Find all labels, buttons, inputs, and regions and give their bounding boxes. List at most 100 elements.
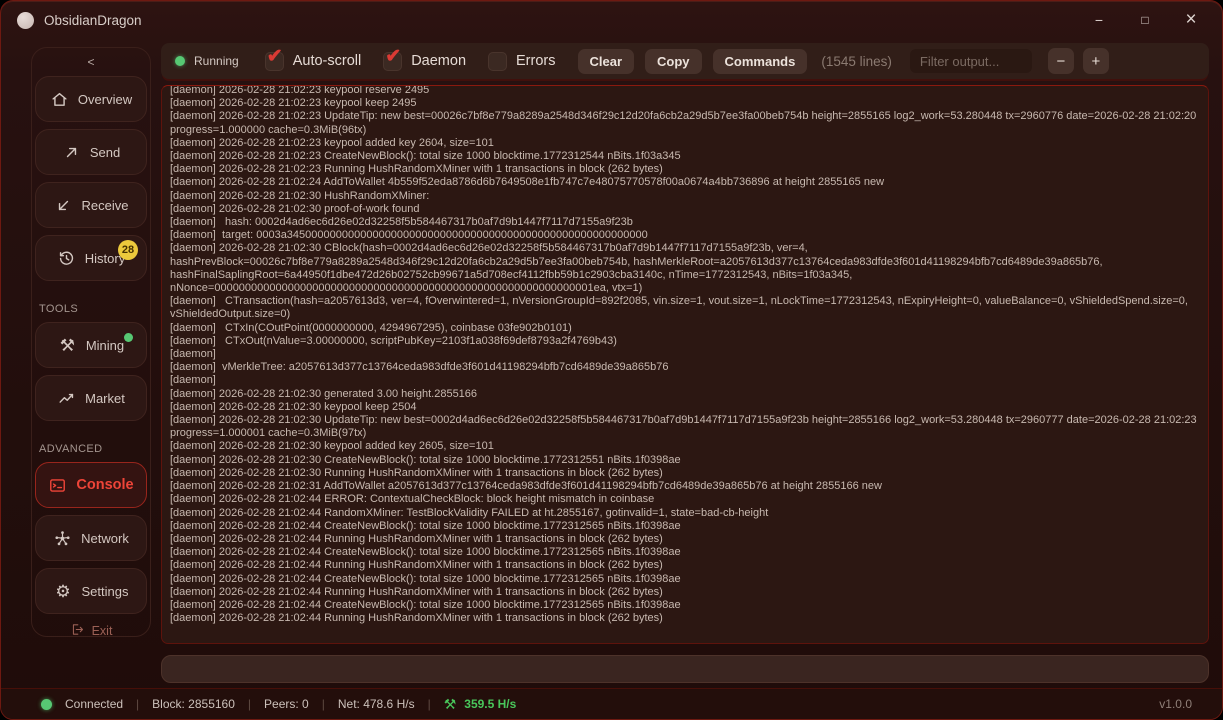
separator: | (428, 697, 431, 711)
sidebar: < Overview Send Receive History28 TOOLS ⚒ Mini… (31, 47, 151, 637)
log-line: [daemon] 2026-02-28 21:02:30 generated 3… (170, 388, 1200, 401)
log-line: [daemon] CTransaction(hash=a2057613d3, v… (170, 295, 1200, 321)
checkbox-box: ✔ (383, 52, 402, 71)
font-increase-button[interactable]: + (1083, 48, 1109, 74)
section-label: TOOLS (39, 303, 78, 315)
app-window: ObsidianDragon − □ × < OverviewSendRecei… (0, 0, 1223, 720)
auto-scroll-checkbox[interactable]: ✔ Auto-scroll (265, 52, 362, 71)
sidebar-item-history[interactable]: History28 (35, 235, 147, 281)
log-line: [daemon] 2026-02-28 21:02:23 keypool add… (170, 137, 1200, 150)
log-line: [daemon] CTxIn(COutPoint(0000000000, 429… (170, 322, 1200, 335)
sidebar-item-label: Mining (86, 338, 124, 353)
exit-button[interactable]: Exit (64, 621, 119, 641)
clear-button[interactable]: Clear (578, 49, 635, 74)
separator: | (322, 697, 325, 711)
block-height: Block: 2855160 (152, 697, 235, 711)
mining-icon: ⚒ (58, 336, 77, 355)
sidebar-item-settings[interactable]: ⚙ Settings (35, 568, 147, 614)
commands-button[interactable]: Commands (713, 49, 808, 74)
sidebar-item-market[interactable]: Market (35, 375, 147, 421)
sidebar-collapse-button[interactable]: < (77, 54, 104, 70)
network-hashrate: Net: 478.6 H/s (338, 697, 415, 711)
home-icon (50, 90, 69, 109)
log-line: [daemon] 2026-02-28 21:02:30 CreateNewBl… (170, 454, 1200, 467)
filter-input[interactable] (910, 49, 1032, 73)
sidebar-item-label: Send (90, 145, 120, 160)
checkmark-icon: ✔ (385, 45, 401, 68)
console-log-lines: [daemon] 2026-02-28 21:02:23 keypool res… (170, 85, 1200, 625)
history-icon (57, 249, 76, 268)
sidebar-item-mining[interactable]: ⚒ Mining (35, 322, 147, 368)
log-line: [daemon] 2026-02-28 21:02:30 HushRandomX… (170, 190, 1200, 203)
sidebar-item-overview[interactable]: Overview (35, 76, 147, 122)
pickaxe-icon: ⚒ (444, 697, 457, 711)
log-line: [daemon] 2026-02-28 21:02:31 AddToWallet… (170, 480, 1200, 493)
sidebar-item-label: Settings (82, 584, 129, 599)
log-line: [daemon] 2026-02-28 21:02:30 Running Hus… (170, 467, 1200, 480)
sidebar-item-label: Console (76, 477, 133, 493)
log-line: [daemon] 2026-02-28 21:02:23 Running Hus… (170, 163, 1200, 176)
connection-status: Connected (65, 697, 123, 711)
log-line: [daemon] 2026-02-28 21:02:44 Running Hus… (170, 559, 1200, 572)
log-line: [daemon] 2026-02-28 21:02:24 AddToWallet… (170, 176, 1200, 189)
sidebar-item-network[interactable]: Network (35, 515, 147, 561)
log-line: [daemon] 2026-02-28 21:02:23 keypool kee… (170, 97, 1200, 110)
sidebar-item-console[interactable]: Console (35, 462, 147, 508)
checkbox-label: Errors (516, 53, 555, 69)
log-line: [daemon] vMerkleTree: a2057613d377c13764… (170, 361, 1200, 374)
market-icon (57, 389, 76, 408)
toolbar-buttons: Clear Copy Commands (578, 49, 808, 74)
console-icon (48, 476, 67, 495)
log-line: [daemon] (170, 348, 1200, 361)
log-line: [daemon] 2026-02-28 21:02:44 CreateNewBl… (170, 573, 1200, 586)
exit-label: Exit (92, 624, 113, 638)
receive-icon (54, 196, 73, 215)
checkmark-icon: ✔ (267, 45, 283, 68)
log-line: [daemon] 2026-02-28 21:02:23 keypool res… (170, 85, 1200, 97)
font-decrease-button[interactable]: − (1048, 48, 1074, 74)
running-status-dot (175, 56, 185, 66)
sidebar-item-receive[interactable]: Receive (35, 182, 147, 228)
log-line: [daemon] 2026-02-28 21:02:30 keypool add… (170, 440, 1200, 453)
settings-icon: ⚙ (54, 582, 73, 601)
command-input[interactable] (161, 655, 1209, 683)
console-output[interactable]: [daemon] 2026-02-28 21:02:23 keypool res… (161, 85, 1209, 644)
log-line: [daemon] 2026-02-28 21:02:30 CBlock(hash… (170, 242, 1200, 295)
log-line: [daemon] 2026-02-28 21:02:44 RandomXMine… (170, 507, 1200, 520)
checkbox-box: ✔ (265, 52, 284, 71)
checkbox-box (488, 52, 507, 71)
send-icon (62, 143, 81, 162)
exit-icon (70, 622, 85, 640)
log-line: [daemon] 2026-02-28 21:02:30 UpdateTip: … (170, 414, 1200, 440)
log-line: [daemon] 2026-02-28 21:02:23 UpdateTip: … (170, 110, 1200, 136)
copy-button[interactable]: Copy (645, 49, 702, 74)
daemon-status-label: Running (194, 54, 239, 68)
errors-checkbox[interactable]: Errors (488, 52, 555, 71)
statusbar: Connected | Block: 2855160 | Peers: 0 | … (1, 688, 1222, 719)
checkbox-label: Auto-scroll (293, 53, 362, 69)
log-line: [daemon] 2026-02-28 21:02:44 CreateNewBl… (170, 546, 1200, 559)
local-hashrate: 359.5 H/s (464, 697, 516, 711)
sidebar-item-label: Market (85, 391, 125, 406)
checkbox-label: Daemon (411, 53, 466, 69)
sidebar-item-send[interactable]: Send (35, 129, 147, 175)
daemon-checkbox[interactable]: ✔ Daemon (383, 52, 466, 71)
log-line: [daemon] 2026-02-28 21:02:44 CreateNewBl… (170, 599, 1200, 612)
peers-count: Peers: 0 (264, 697, 309, 711)
log-line: [daemon] target: 0003a345000000000000000… (170, 229, 1200, 242)
toolbar-checkboxes: ✔ Auto-scroll ✔ Daemon Errors (265, 52, 556, 71)
history-badge: 28 (118, 240, 138, 260)
log-line: [daemon] 2026-02-28 21:02:44 Running Hus… (170, 533, 1200, 546)
sidebar-item-label: Network (81, 531, 129, 546)
sidebar-item-label: Overview (78, 92, 132, 107)
connected-status-dot (41, 699, 52, 710)
log-line: [daemon] CTxOut(nValue=3.00000000, scrip… (170, 335, 1200, 348)
log-line: [daemon] 2026-02-28 21:02:30 keypool kee… (170, 401, 1200, 414)
network-icon (53, 529, 72, 548)
separator: | (248, 697, 251, 711)
section-label: ADVANCED (39, 443, 103, 455)
log-line: [daemon] 2026-02-28 21:02:44 ERROR: Cont… (170, 493, 1200, 506)
console-panel: Running ✔Auto-scroll✔DaemonErrors ClearC… (161, 1, 1209, 719)
app-title: ObsidianDragon (44, 13, 142, 28)
sidebar-item-label: Receive (82, 198, 129, 213)
